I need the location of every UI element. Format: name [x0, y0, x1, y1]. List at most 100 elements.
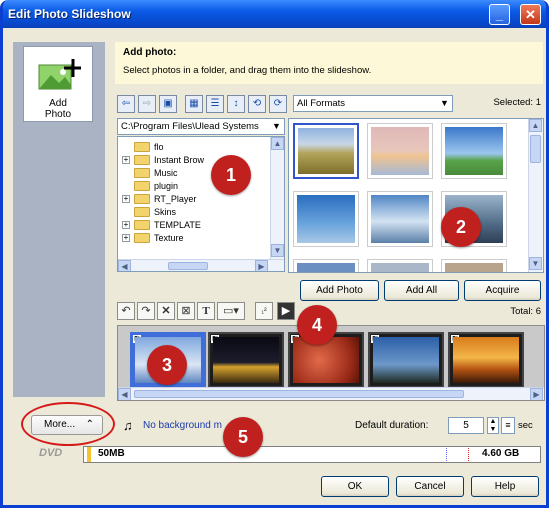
- folder-tree[interactable]: flo + Instant Brow Music plugin + RT_Playe…: [117, 136, 285, 272]
- format-value: All Formats: [297, 98, 346, 109]
- callout-2: 2: [441, 207, 481, 247]
- up-folder-icon[interactable]: ▣: [159, 95, 177, 113]
- cancel-button[interactable]: Cancel: [396, 476, 464, 497]
- folder-path-select[interactable]: C:\Program Files\Ulead Systems ▼: [117, 118, 285, 135]
- callout-1: 1: [211, 155, 251, 195]
- scroll-up-icon[interactable]: ▲: [271, 137, 284, 150]
- scroll-right-icon[interactable]: ▶: [530, 388, 543, 400]
- thumbnails-scroll-thumb[interactable]: [530, 135, 541, 163]
- slide-frame[interactable]: ◧: [448, 332, 524, 388]
- photo-thumbnail[interactable]: [293, 259, 359, 272]
- folder-icon: [134, 168, 150, 178]
- close-button[interactable]: ✕: [520, 4, 541, 25]
- photo-thumbnail[interactable]: [441, 259, 507, 272]
- add-photo-icon: [38, 59, 81, 90]
- tree-vertical-scrollbar[interactable]: ▲ ▼: [270, 137, 284, 259]
- refresh-icon[interactable]: ⟳: [269, 95, 287, 113]
- window-title: Edit Photo Slideshow: [8, 7, 131, 21]
- chevron-down-icon: ▼: [269, 119, 284, 134]
- play-icon[interactable]: ▶: [277, 302, 295, 320]
- scroll-left-icon[interactable]: ◀: [118, 388, 131, 400]
- duration-stepper[interactable]: ▲ ▼: [487, 417, 499, 434]
- photo-thumbnail[interactable]: [293, 191, 359, 247]
- callout-5: 5: [223, 417, 263, 457]
- add-photo-button[interactable]: Add Photo: [300, 280, 379, 301]
- seconds-label: sec: [518, 420, 533, 431]
- callout-4: 4: [297, 305, 337, 345]
- music-note-icon: ♫: [123, 418, 133, 433]
- expand-icon[interactable]: +: [122, 195, 130, 203]
- photo-thumbnail[interactable]: [367, 191, 433, 247]
- title-bar: Edit Photo Slideshow _ ✕: [3, 0, 546, 28]
- instructions-heading: Add photo:: [123, 47, 177, 58]
- frame-dropdown-icon[interactable]: ▭▾: [217, 302, 245, 320]
- minimize-button[interactable]: _: [489, 4, 510, 25]
- more-button[interactable]: More... ⌃: [31, 415, 103, 435]
- instructions-detail: Select photos in a folder, and drag them…: [123, 65, 372, 76]
- format-select[interactable]: All Formats ▼: [293, 95, 453, 112]
- dvd-capacity: 4.60 GB: [482, 448, 520, 459]
- slide-frame[interactable]: ◧: [368, 332, 444, 388]
- add-photo-label-2: Photo: [44, 109, 72, 120]
- more-label: More...: [44, 419, 76, 430]
- scroll-up-icon[interactable]: ▲: [529, 119, 542, 132]
- dvd-used: 50MB: [98, 448, 125, 459]
- slide-frame[interactable]: ◧: [208, 332, 284, 388]
- thumbnails-scrollbar[interactable]: ▲ ▼: [528, 119, 543, 272]
- folder-icon: [134, 155, 150, 165]
- folder-icon: [134, 181, 150, 191]
- delete-icon[interactable]: ✕: [157, 302, 175, 320]
- chevron-up-icon: ⌃: [85, 419, 94, 430]
- photo-thumbnail[interactable]: [441, 123, 507, 179]
- rotate-right-icon[interactable]: ↷: [137, 302, 155, 320]
- photo-thumbnail[interactable]: [293, 123, 359, 179]
- tree-horizontal-scrollbar[interactable]: ◀ ▶: [118, 259, 284, 271]
- add-photo-big-button[interactable]: Add Photo: [23, 46, 93, 122]
- folder-icon: [134, 233, 150, 243]
- forward-arrow-icon[interactable]: ⇨: [138, 95, 156, 113]
- photo-thumbnail[interactable]: [367, 123, 433, 179]
- total-count: Total: 6: [510, 306, 541, 317]
- chevron-down-icon: ▼: [437, 96, 452, 111]
- expand-icon[interactable]: +: [122, 156, 130, 164]
- add-all-button[interactable]: Add All: [384, 280, 459, 301]
- dvd-label: DVD: [39, 447, 63, 459]
- dvd-marker: [446, 448, 447, 461]
- selected-count: Selected: 1: [493, 97, 541, 108]
- photo-thumbnail[interactable]: [367, 259, 433, 272]
- folder-path-value: C:\Program Files\Ulead Systems: [121, 121, 259, 132]
- scroll-left-icon[interactable]: ◀: [118, 260, 131, 271]
- expand-icon[interactable]: +: [122, 221, 130, 229]
- tree-scroll-thumb[interactable]: [168, 262, 208, 270]
- thumbnail-view-icon[interactable]: ▦: [185, 95, 203, 113]
- folder-icon: [134, 194, 150, 204]
- delete-all-icon[interactable]: ⊠: [177, 302, 195, 320]
- ok-button[interactable]: OK: [321, 476, 389, 497]
- folder-icon: [134, 207, 150, 217]
- instructions-panel: Add photo: Select photos in a folder, an…: [115, 42, 543, 84]
- help-button[interactable]: Help: [471, 476, 539, 497]
- expand-icon[interactable]: +: [122, 234, 130, 242]
- acquire-button[interactable]: Acquire: [464, 280, 541, 301]
- filmstrip-scrollbar[interactable]: ◀ ▶: [118, 387, 544, 400]
- dvd-limit-marker: [468, 448, 469, 461]
- rotate-icon[interactable]: ⟲: [248, 95, 266, 113]
- edit-photo-slideshow-window: Edit Photo Slideshow _ ✕ Add Photo Add p…: [0, 0, 549, 508]
- filmstrip-scroll-thumb[interactable]: [134, 390, 464, 398]
- dvd-capacity-bar: 50MB 4.60 GB: [83, 446, 541, 463]
- back-arrow-icon[interactable]: ⇦: [117, 95, 135, 113]
- sort-icon[interactable]: ↕: [227, 95, 245, 113]
- default-duration-label: Default duration:: [355, 420, 429, 431]
- rotate-left-icon[interactable]: ↶: [117, 302, 135, 320]
- duration-apply-icon[interactable]: ≡: [501, 417, 515, 434]
- background-music-link[interactable]: No background m: [143, 420, 222, 431]
- scroll-right-icon[interactable]: ▶: [255, 260, 268, 271]
- scroll-down-icon[interactable]: ▼: [529, 257, 542, 270]
- add-photo-label-1: Add: [49, 98, 67, 109]
- sort-order-icon[interactable]: ₁²: [255, 302, 273, 320]
- list-view-icon[interactable]: ☰: [206, 95, 224, 113]
- text-icon[interactable]: T: [197, 302, 215, 320]
- default-duration-input[interactable]: 5: [448, 417, 484, 434]
- photo-thumbnails[interactable]: ▲ ▼: [288, 118, 544, 273]
- scroll-down-icon[interactable]: ▼: [271, 244, 284, 257]
